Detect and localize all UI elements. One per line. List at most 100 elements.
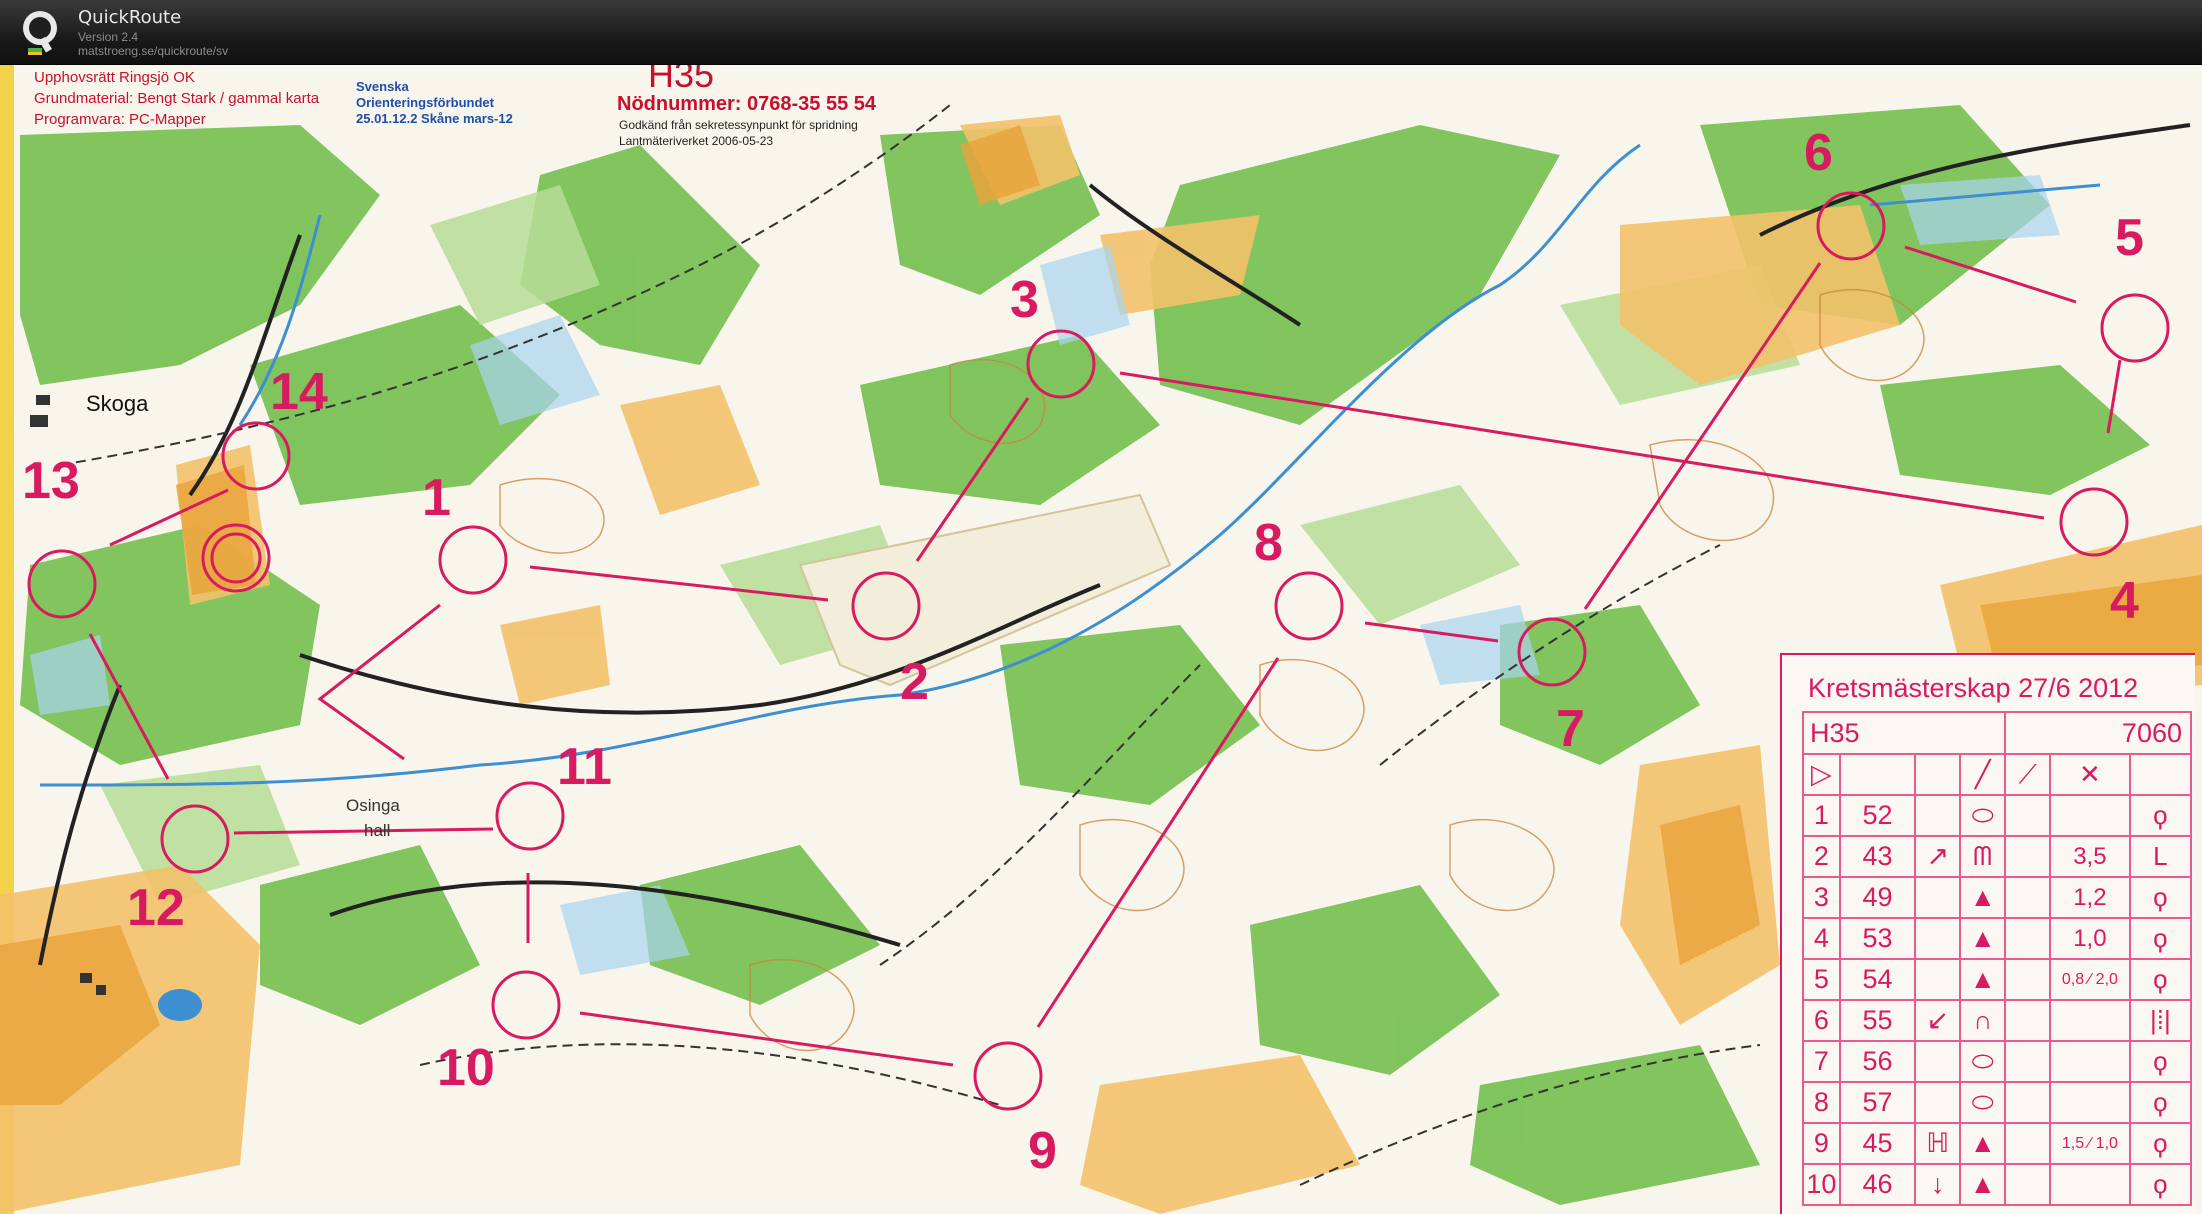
emergency-number: Nödnummer: 0768-35 55 54 — [617, 93, 877, 115]
map-copyright: Upphovsrätt Ringsjö OK — [34, 69, 195, 86]
control-number-1: 1 — [422, 469, 451, 527]
row-dimension: 1,0 — [2049, 917, 2131, 960]
row-direction: ℍ — [1914, 1122, 1962, 1165]
description-row: 5 54 ▲ 0,8 ⁄ 2,0 ϙ — [1802, 958, 2193, 1001]
row-direction — [1914, 917, 1962, 960]
row-location-icon: |⁞| — [2128, 999, 2193, 1042]
row-dimension — [2049, 794, 2131, 837]
control-number-7: 7 — [1556, 700, 1585, 758]
map-view[interactable]: Upphovsrätt Ringsjö OK Grundmaterial: Be… — [0, 65, 2202, 1214]
federation-line2: Orienteringsförbundet — [356, 95, 494, 110]
row-direction: ↗ — [1914, 835, 1962, 878]
app-version: Version 2.4 — [78, 30, 139, 44]
map-class-label: H35 — [648, 65, 715, 95]
crossing-icon: ✕ — [2049, 753, 2131, 796]
map-approval: Godkänd från sekretessynpunkt för spridn… — [619, 117, 858, 149]
description-row: 3 49 ▲ 1,2 ϙ — [1802, 876, 2193, 919]
control-number-10: 10 — [437, 1039, 495, 1097]
row-dimension — [2049, 999, 2131, 1042]
map-base-material: Grundmaterial: Bengt Stark / gammal kart… — [34, 90, 320, 107]
row-number: 8 — [1802, 1081, 1841, 1124]
row-number: 4 — [1802, 917, 1841, 960]
description-row: 2 43 ↗ ᗰ 3,5 L — [1802, 835, 2193, 878]
row-number: 5 — [1802, 958, 1841, 1001]
row-direction — [1914, 876, 1962, 919]
row-feature-icon: ⬭ — [1959, 794, 2007, 837]
header-cell — [2128, 753, 2193, 796]
row-dimension — [2049, 1081, 2131, 1124]
place-label-osinga: Osinga — [346, 796, 400, 815]
row-location-icon: ϙ — [2128, 958, 2193, 1001]
row-location-icon: ϙ — [2128, 876, 2193, 919]
quickroute-logo-icon — [23, 11, 57, 55]
row-location-icon: ϙ — [2128, 1040, 2193, 1083]
row-code: 46 — [1838, 1163, 1917, 1206]
slope-icon: ⟋ — [2004, 753, 2052, 796]
control-number-9: 9 — [1028, 1122, 1057, 1180]
row-direction: ↙ — [1914, 999, 1962, 1042]
control-number-2: 2 — [900, 653, 929, 711]
row-number: 2 — [1802, 835, 1841, 878]
row-code: 43 — [1838, 835, 1917, 878]
control-number-14: 14 — [270, 363, 328, 421]
row-feature-icon: ᗰ — [1959, 835, 2007, 878]
row-code: 54 — [1838, 958, 1917, 1001]
row-feature-icon: ∩ — [1959, 999, 2007, 1042]
row-code: 45 — [1838, 1122, 1917, 1165]
row-location-icon: ϙ — [2128, 917, 2193, 960]
row-direction — [1914, 1081, 1962, 1124]
row-number: 1 — [1802, 794, 1841, 837]
description-row: 1 52 ⬭ ϙ — [1802, 794, 2193, 837]
row-location-icon: ϙ — [2128, 1081, 2193, 1124]
app-name: QuickRoute — [78, 7, 182, 28]
header-cell — [1838, 753, 1917, 796]
row-direction — [1914, 958, 1962, 1001]
start-triangle-icon: ▷ — [1802, 753, 1841, 796]
row-dimension: 1,5 ⁄ 1,0 — [2049, 1122, 2131, 1165]
row-code: 55 — [1838, 999, 1917, 1042]
control-number-13: 13 — [22, 452, 80, 510]
row-dimension: 0,8 ⁄ 2,0 — [2049, 958, 2131, 1001]
description-row: 9 45 ℍ ▲ 1,5 ⁄ 1,0 ϙ — [1802, 1122, 2193, 1165]
row-appearance — [2004, 999, 2052, 1042]
row-appearance — [2004, 1081, 2052, 1124]
control-description-card: Kretsmästerskap 27/6 2012 H35 7060 ▷ ╱ ⟋… — [1780, 653, 2195, 1214]
description-length: 7060 — [2004, 711, 2192, 755]
row-feature-icon: ▲ — [1959, 917, 2007, 960]
description-row: 8 57 ⬭ ϙ — [1802, 1081, 2193, 1124]
row-dimension — [2049, 1040, 2131, 1083]
description-title: Kretsmästerskap 27/6 2012 — [1808, 673, 2139, 703]
federation-line1: Svenska — [356, 79, 409, 94]
row-number: 7 — [1802, 1040, 1841, 1083]
federation-logo: Svenska Orienteringsförbundet 25.01.12.2… — [356, 79, 513, 127]
row-dimension — [2049, 1163, 2131, 1206]
description-row: 6 55 ↙ ∩ |⁞| — [1802, 999, 2193, 1042]
row-appearance — [2004, 1122, 2052, 1165]
map-software: Programvara: PC-Mapper — [34, 111, 206, 128]
row-appearance — [2004, 917, 2052, 960]
row-location-icon: L — [2128, 835, 2193, 878]
row-appearance — [2004, 958, 2052, 1001]
map-credits: Upphovsrätt Ringsjö OK Grundmaterial: Be… — [34, 67, 319, 130]
description-symbol-row: ▷ ╱ ⟋ ✕ — [1802, 753, 2193, 796]
row-feature-icon: ⬭ — [1959, 1081, 2007, 1124]
description-row: 7 56 ⬭ ϙ — [1802, 1040, 2193, 1083]
row-number: 6 — [1802, 999, 1841, 1042]
row-code: 57 — [1838, 1081, 1917, 1124]
row-feature-icon: ▲ — [1959, 1163, 2007, 1206]
control-number-8: 8 — [1254, 514, 1283, 572]
row-code: 56 — [1838, 1040, 1917, 1083]
approval-line2: Lantmäteriverket 2006-05-23 — [619, 134, 774, 148]
row-location-icon: ϙ — [2128, 1163, 2193, 1206]
control-number-4: 4 — [2110, 572, 2139, 630]
row-appearance — [2004, 1163, 2052, 1206]
row-code: 52 — [1838, 794, 1917, 837]
control-number-5: 5 — [2115, 209, 2144, 267]
row-appearance — [2004, 876, 2052, 919]
federation-line3: 25.01.12.2 Skåne mars-12 — [356, 111, 513, 126]
control-number-6: 6 — [1804, 124, 1833, 182]
row-direction — [1914, 1040, 1962, 1083]
row-feature-icon: ⬭ — [1959, 1040, 2007, 1083]
app-url[interactable]: matstroeng.se/quickroute/sv — [78, 44, 228, 58]
control-number-11: 11 — [557, 738, 612, 796]
